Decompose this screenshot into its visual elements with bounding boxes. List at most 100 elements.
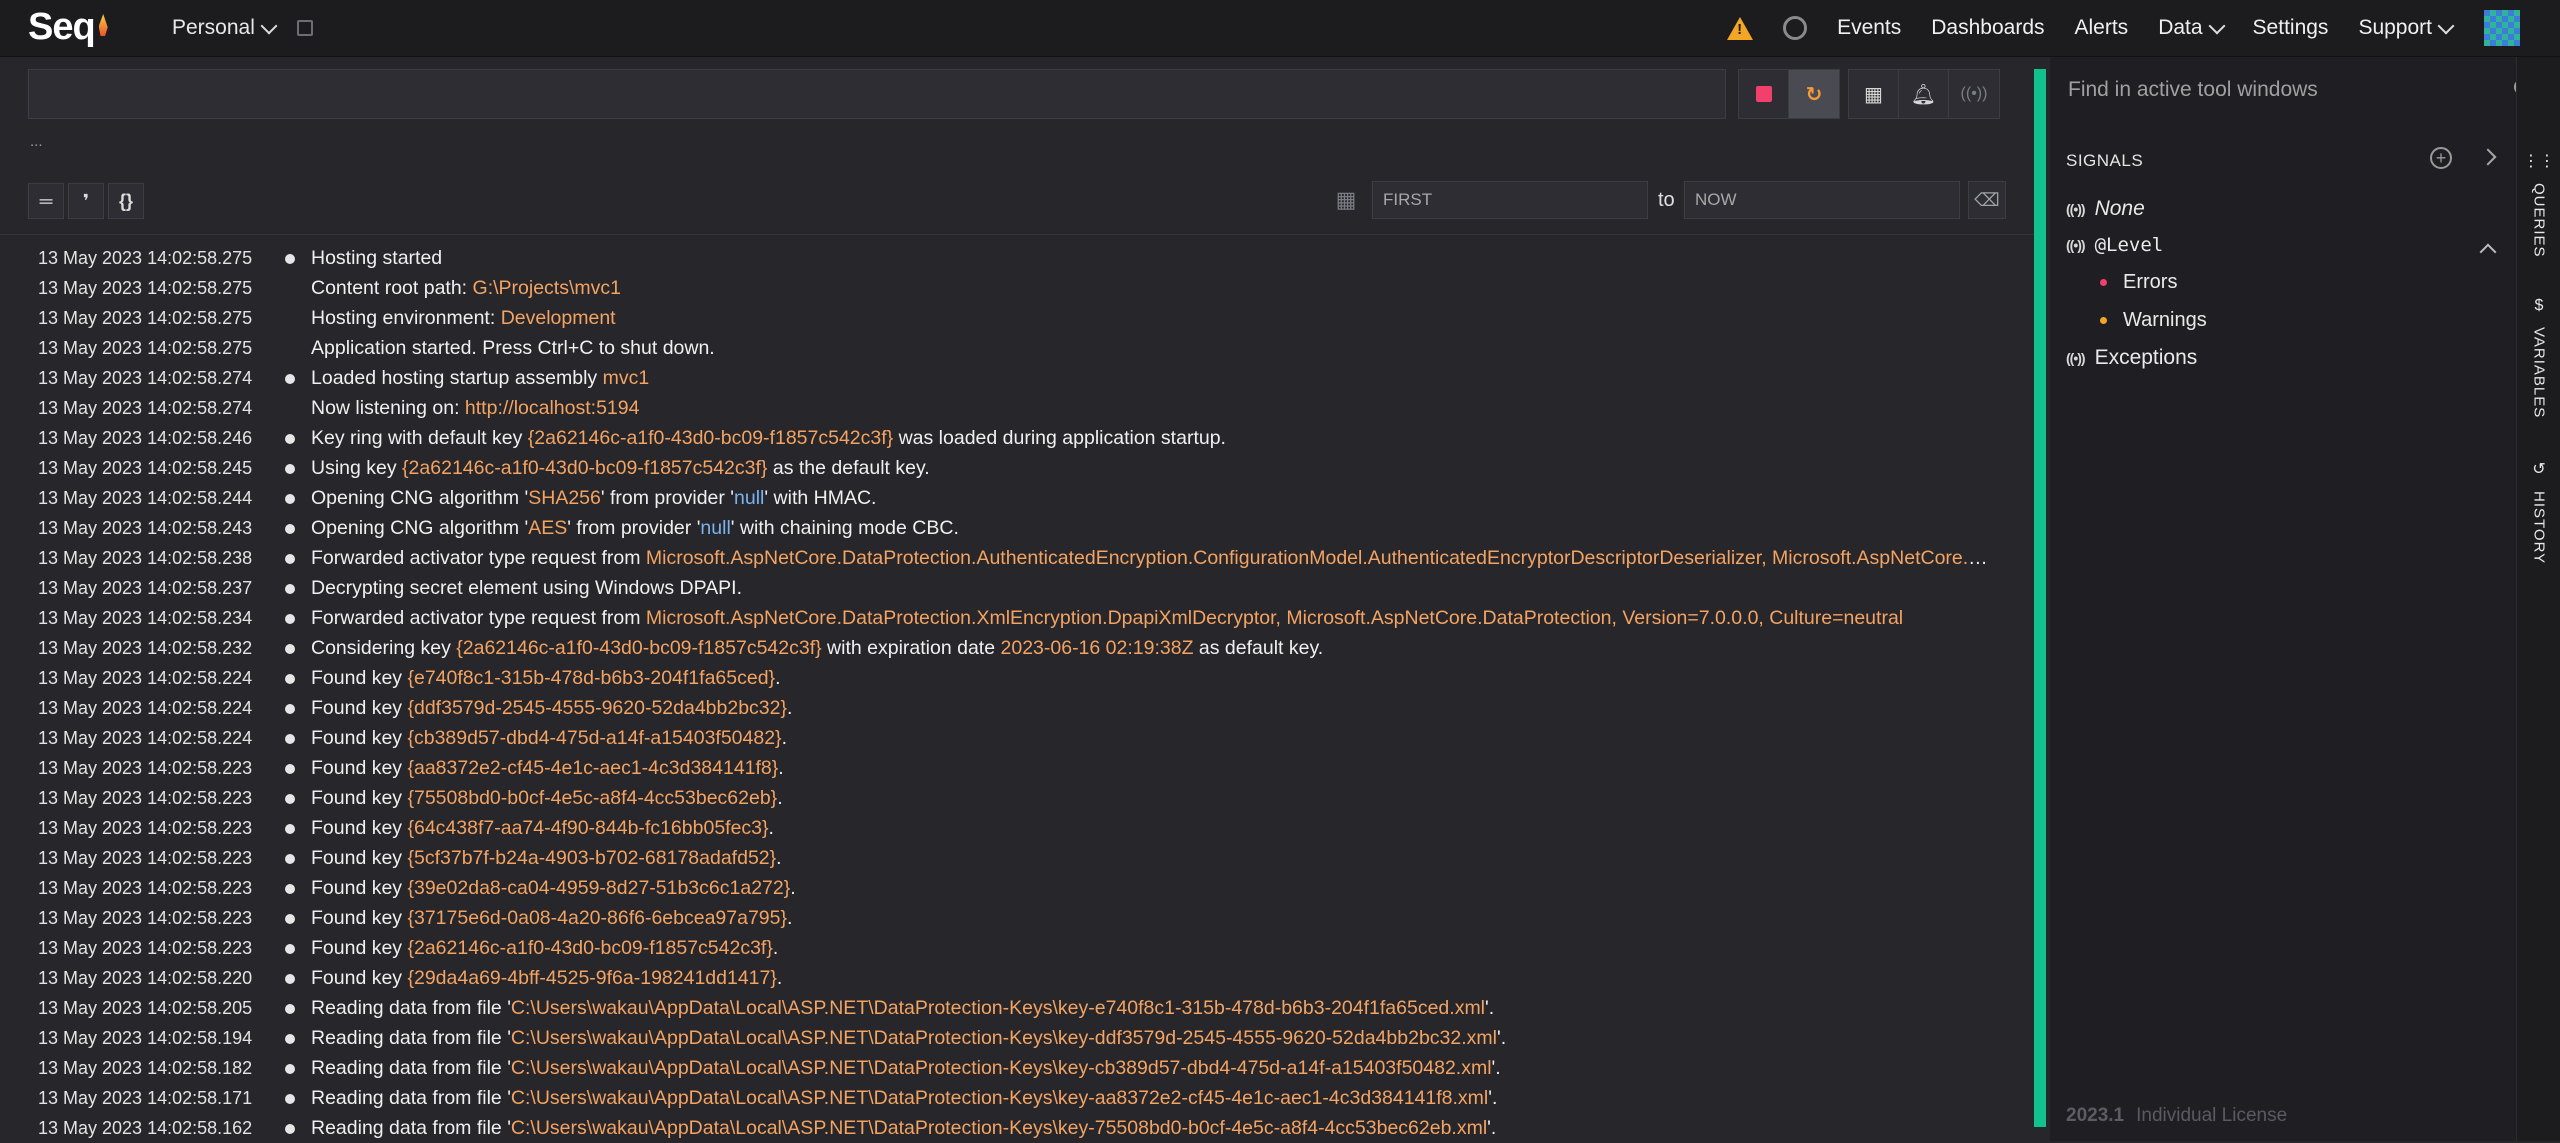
chevron-right-icon[interactable] bbox=[2479, 148, 2497, 166]
calendar-icon[interactable]: ▦ bbox=[1331, 185, 1361, 215]
tab-history[interactable]: ↺ HISTORY bbox=[2517, 459, 2560, 564]
event-row[interactable]: 13 May 2023 14:02:58.223 Found key {aa837… bbox=[0, 753, 2034, 783]
event-message: Found key {ddf3579d-2545-4555-9620-52da4… bbox=[311, 693, 2001, 723]
query-expand-ellipsis[interactable]: ... bbox=[30, 133, 43, 150]
range-to-label: to bbox=[1658, 189, 1675, 211]
nav-data[interactable]: Data bbox=[2158, 16, 2226, 40]
event-text: Using key bbox=[311, 457, 403, 479]
panel-splitter[interactable] bbox=[2034, 69, 2046, 1127]
event-row[interactable]: 13 May 2023 14:02:58.223 Found key {2a621… bbox=[0, 933, 2034, 963]
event-row[interactable]: 13 May 2023 14:02:58.244 Opening CNG algo… bbox=[0, 483, 2034, 513]
event-row[interactable]: 13 May 2023 14:02:58.275 Content root pat… bbox=[0, 273, 2034, 303]
event-property-value: Microsoft.AspNetCore.DataProtection.Auth… bbox=[645, 547, 2001, 569]
nav-events[interactable]: Events bbox=[1837, 16, 1901, 40]
event-row[interactable]: 13 May 2023 14:02:58.274 Now listening on… bbox=[0, 393, 2034, 423]
signal-icon: ((•)) bbox=[2066, 201, 2086, 217]
event-row[interactable]: 13 May 2023 14:02:58.223 Found key {37175… bbox=[0, 903, 2034, 933]
range-from-field[interactable] bbox=[1372, 181, 1648, 219]
range-to-field[interactable] bbox=[1684, 181, 1960, 219]
add-signal-button[interactable]: ((•)) bbox=[1949, 70, 1999, 118]
workspace-selector[interactable]: Personal bbox=[172, 16, 278, 40]
event-text: . bbox=[777, 787, 783, 809]
event-text: Now listening on: bbox=[311, 397, 465, 419]
event-message: Found key {39e02da8-ca04-4959-8d27-51b3c… bbox=[311, 873, 2001, 903]
nav-support[interactable]: Support bbox=[2358, 16, 2455, 40]
event-message: Forwarded activator type request from Mi… bbox=[311, 543, 2001, 573]
json-view-button[interactable]: {} bbox=[108, 183, 144, 219]
chevron-down-icon bbox=[260, 17, 278, 34]
event-message: Found key {e740f8c1-315b-478d-b6b3-204f1… bbox=[311, 663, 2001, 693]
clear-range-button[interactable]: ⌫ bbox=[1968, 181, 2006, 219]
event-row[interactable]: 13 May 2023 14:02:58.223 Found key {5cf37… bbox=[0, 843, 2034, 873]
event-row[interactable]: 13 May 2023 14:02:58.171 Reading data fro… bbox=[0, 1083, 2034, 1113]
event-property-value: C:\Users\wakau\AppData\Local\ASP.NET\Dat… bbox=[510, 1117, 1488, 1139]
nav-dashboards[interactable]: Dashboards bbox=[1931, 16, 2044, 40]
theme-toggle-icon[interactable] bbox=[1783, 16, 1808, 40]
tab-queries[interactable]: ⋮⋮ QUERIES bbox=[2517, 151, 2560, 258]
event-row[interactable]: 13 May 2023 14:02:58.246 Key ring with de… bbox=[0, 423, 2034, 453]
chart-view-button[interactable]: ═ bbox=[28, 183, 64, 219]
signal-group-level[interactable]: ((•)) @Level bbox=[2066, 234, 2163, 256]
search-input[interactable] bbox=[29, 70, 1725, 118]
event-text: ' with chaining mode CBC. bbox=[730, 517, 959, 539]
event-row[interactable]: 13 May 2023 14:02:58.238 Forwarded activa… bbox=[0, 543, 2034, 573]
event-row[interactable]: 13 May 2023 14:02:58.275 Hosting started bbox=[0, 243, 2034, 273]
event-text: Found key bbox=[311, 757, 408, 779]
signal-exceptions[interactable]: ((•)) Exceptions bbox=[2066, 346, 2197, 370]
tail-button[interactable]: ↻ bbox=[1789, 70, 1839, 118]
chevron-up-icon[interactable] bbox=[2479, 243, 2497, 261]
event-row[interactable]: 13 May 2023 14:02:58.245 Using key {2a621… bbox=[0, 453, 2034, 483]
add-signal-icon[interactable]: + bbox=[2430, 147, 2452, 169]
event-row[interactable]: 13 May 2023 14:02:58.243 Opening CNG algo… bbox=[0, 513, 2034, 543]
event-row[interactable]: 13 May 2023 14:02:58.275 Hosting environm… bbox=[0, 303, 2034, 333]
nav-alerts[interactable]: Alerts bbox=[2075, 16, 2129, 40]
event-row[interactable]: 13 May 2023 14:02:58.224 Found key {ddf35… bbox=[0, 693, 2034, 723]
event-timestamp: 13 May 2023 14:02:58.237 bbox=[38, 578, 253, 598]
text-view-button[interactable]: ❜ bbox=[68, 183, 104, 219]
save-workspace-icon[interactable] bbox=[297, 20, 313, 36]
event-row[interactable]: 13 May 2023 14:02:58.234 Forwarded activa… bbox=[0, 603, 2034, 633]
event-level-dot-icon bbox=[285, 1124, 295, 1134]
add-to-dashboard-button[interactable]: ▦ bbox=[1849, 70, 1899, 118]
view-buttons: ═ ❜ {} bbox=[28, 183, 144, 219]
signal-errors[interactable]: Errors bbox=[2100, 271, 2177, 294]
add-alert-button[interactable]: 🔔︎ bbox=[1899, 70, 1949, 118]
event-property-value: C:\Users\wakau\AppData\Local\ASP.NET\Dat… bbox=[510, 1027, 1497, 1049]
event-text: Reading data from file ' bbox=[311, 1057, 511, 1079]
event-level-dot-icon bbox=[285, 374, 295, 384]
event-row[interactable]: 13 May 2023 14:02:58.274 Loaded hosting s… bbox=[0, 363, 2034, 393]
event-row[interactable]: 13 May 2023 14:02:58.224 Found key {cb389… bbox=[0, 723, 2034, 753]
tab-variables[interactable]: $ VARIABLES bbox=[2517, 297, 2560, 418]
event-text: Found key bbox=[311, 967, 408, 989]
signal-warnings-label: Warnings bbox=[2123, 309, 2207, 331]
nav-settings-label: Settings bbox=[2252, 16, 2329, 39]
nav-settings[interactable]: Settings bbox=[2253, 16, 2329, 40]
event-row[interactable]: 13 May 2023 14:02:58.223 Found key {39e02… bbox=[0, 873, 2034, 903]
event-text: '. bbox=[1487, 1117, 1497, 1139]
find-in-tool-windows-input[interactable] bbox=[2066, 77, 2490, 103]
stop-button[interactable] bbox=[1739, 70, 1789, 118]
event-timestamp: 13 May 2023 14:02:58.274 bbox=[38, 368, 253, 388]
event-row[interactable]: 13 May 2023 14:02:58.232 Considering key … bbox=[0, 633, 2034, 663]
event-row[interactable]: 13 May 2023 14:02:58.162 Reading data fro… bbox=[0, 1113, 2034, 1143]
event-row[interactable]: 13 May 2023 14:02:58.224 Found key {e740f… bbox=[0, 663, 2034, 693]
warning-icon[interactable] bbox=[1727, 16, 1754, 40]
event-row[interactable]: 13 May 2023 14:02:58.220 Found key {29da4… bbox=[0, 963, 2034, 993]
event-row[interactable]: 13 May 2023 14:02:58.237 Decrypting secre… bbox=[0, 573, 2034, 603]
event-row[interactable]: 13 May 2023 14:02:58.223 Found key {64c43… bbox=[0, 813, 2034, 843]
event-text: '. bbox=[1488, 1087, 1498, 1109]
signals-heading: SIGNALS bbox=[2066, 151, 2144, 170]
error-dot-icon bbox=[2100, 279, 2107, 286]
seq-logo[interactable]: Seq bbox=[28, 6, 108, 49]
event-text: . bbox=[787, 697, 793, 719]
event-text: Found key bbox=[311, 787, 408, 809]
event-row[interactable]: 13 May 2023 14:02:58.205 Reading data fro… bbox=[0, 993, 2034, 1023]
event-row[interactable]: 13 May 2023 14:02:58.275 Application star… bbox=[0, 333, 2034, 363]
signal-none[interactable]: ((•)) None bbox=[2066, 197, 2145, 221]
signal-warnings[interactable]: Warnings bbox=[2100, 309, 2207, 332]
event-row[interactable]: 13 May 2023 14:02:58.194 Reading data fro… bbox=[0, 1023, 2034, 1053]
event-row[interactable]: 13 May 2023 14:02:58.182 Reading data fro… bbox=[0, 1053, 2034, 1083]
avatar[interactable] bbox=[2484, 10, 2520, 46]
event-level-dot-icon bbox=[285, 944, 295, 954]
event-row[interactable]: 13 May 2023 14:02:58.223 Found key {75508… bbox=[0, 783, 2034, 813]
